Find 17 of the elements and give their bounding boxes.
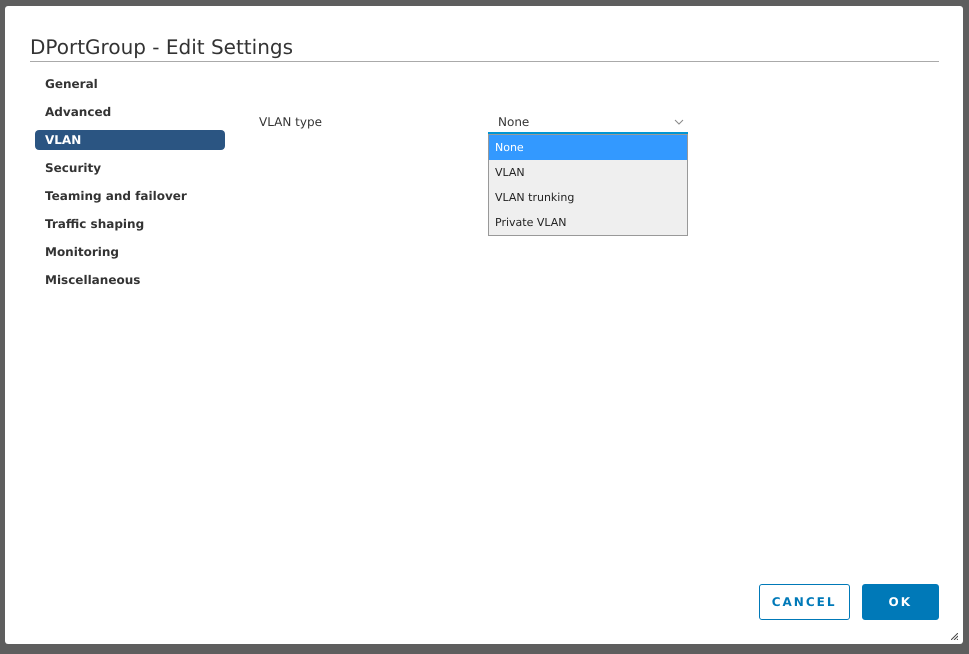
chevron-down-icon [674,119,684,125]
sidebar-item[interactable]: Security [35,158,225,178]
sidebar-item[interactable]: Miscellaneous [35,270,225,290]
dropdown-option[interactable]: VLAN [489,160,687,185]
sidebar-item[interactable]: Monitoring [35,242,225,262]
sidebar-item[interactable]: Advanced [35,102,225,122]
cancel-button[interactable]: CANCEL [758,584,850,620]
dialog-title: DPortGroup - Edit Settings [30,34,294,60]
field-label: VLAN type [259,114,323,131]
dropdown-option[interactable]: Private VLAN [489,210,687,235]
sidebar-item[interactable]: General [35,74,225,94]
sidebar-item[interactable]: Traffic shaping [35,214,225,234]
dropdown-option[interactable]: VLAN trunking [489,185,687,210]
sidebar-item[interactable]: Teaming and failover [35,186,225,206]
ok-button[interactable]: OK [862,584,939,620]
sidebar-item[interactable]: VLAN [35,130,225,150]
resize-grip-icon [951,633,958,640]
